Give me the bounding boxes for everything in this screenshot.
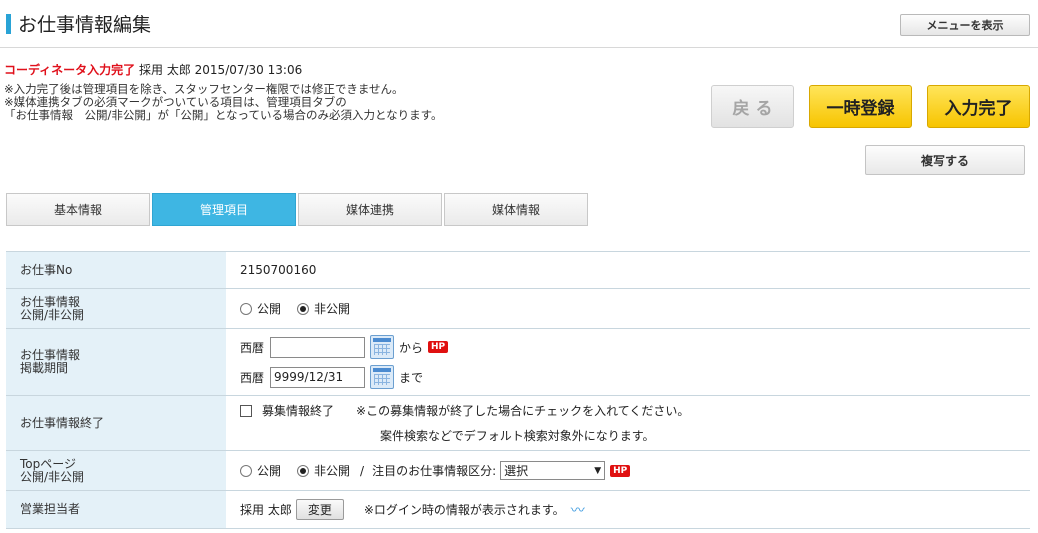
top-public-option[interactable]: 公開 <box>240 462 281 479</box>
table-row: お仕事情報終了 募集情報終了 ※この募集情報が終了した場合にチェックを入れてくだ… <box>6 396 1030 451</box>
radio-label: 公開 <box>257 464 282 478</box>
radio-public[interactable] <box>240 302 252 315</box>
job-no-value: 2150700160 <box>240 263 317 277</box>
top-page-label: Topページ 公開/非公開 <box>6 451 226 490</box>
tab-bar: 基本情報 管理項目 媒体連携 媒体情報 <box>6 193 588 226</box>
until-text: まで <box>399 370 424 385</box>
checkbox-label: 募集情報終了 <box>262 404 335 418</box>
period-end: 西暦 9999/12/31 まで <box>240 365 448 389</box>
top-page-field: 公開 非公開 / 注目のお仕事情報区分: 選択 ▼ HP <box>226 451 1030 490</box>
select-value: 選択 <box>504 464 529 478</box>
era-label: 西暦 <box>240 370 265 385</box>
radio-label: 非公開 <box>314 302 351 316</box>
back-button[interactable]: 戻 る <box>711 85 794 128</box>
period-label: お仕事情報 掲載期間 <box>6 329 226 395</box>
title-accent-bar <box>6 14 11 34</box>
recruit-end-checkbox[interactable] <box>240 404 252 417</box>
visibility-label: お仕事情報 公開/非公開 <box>6 289 226 328</box>
end-date-input[interactable]: 9999/12/31 <box>270 366 365 388</box>
period-field: 西暦 から HP 西暦 9999/12/31 まで <box>226 329 1030 395</box>
end-note: 案件検索などでデフォルト検索対象外になります。 <box>380 429 655 443</box>
sales-name: 採用 太郎 <box>240 503 292 517</box>
separator: / <box>360 463 365 478</box>
label-line: 公開/非公開 <box>20 469 85 484</box>
complete-button[interactable]: 入力完了 <box>927 85 1030 128</box>
calendar-icon[interactable] <box>370 335 394 359</box>
sales-note: ※ログイン時の情報が表示されます。 <box>363 503 565 517</box>
sales-field: 採用 太郎 変更 ※ログイン時の情報が表示されます。 〰 <box>226 491 1030 528</box>
label-line: お仕事情報 <box>20 294 81 309</box>
radio-label: 非公開 <box>314 464 351 478</box>
category-select[interactable]: 選択 ▼ <box>500 461 606 480</box>
status-label: コーディネータ入力完了 <box>4 63 136 77</box>
calendar-icon[interactable] <box>370 365 394 389</box>
radio-public[interactable] <box>240 464 252 477</box>
radio-private[interactable] <box>297 464 310 477</box>
period-start: 西暦 から HP <box>240 335 449 359</box>
tab-media-link[interactable]: 媒体連携 <box>298 193 442 226</box>
page-title: お仕事情報編集 <box>18 14 152 36</box>
hp-badge: HP <box>428 341 449 353</box>
tab-management[interactable]: 管理項目 <box>152 193 296 226</box>
label-line: 公開/非公開 <box>20 307 85 322</box>
hp-badge: HP <box>610 464 631 477</box>
tab-basic-info[interactable]: 基本情報 <box>6 193 150 226</box>
radio-private[interactable] <box>297 302 310 315</box>
end-field: 募集情報終了 ※この募集情報が終了した場合にチェックを入れてください。 案件検索… <box>226 396 1030 450</box>
wave-icon: 〰 <box>570 502 585 519</box>
label-line: Topページ <box>20 456 77 471</box>
radio-label: 公開 <box>257 302 282 316</box>
sales-label: 営業担当者 <box>6 491 226 528</box>
change-button[interactable]: 変更 <box>295 499 344 520</box>
from-text: から <box>399 340 424 355</box>
chevron-down-icon: ▼ <box>594 465 602 476</box>
table-row: 営業担当者 採用 太郎 変更 ※ログイン時の情報が表示されます。 〰 <box>6 491 1030 529</box>
note-line: 「お仕事情報 公開/非公開」が「公開」となっている場合のみ必須入力となります。 <box>4 108 443 122</box>
label-line: 掲載期間 <box>20 361 69 375</box>
start-date-input[interactable] <box>270 336 365 358</box>
visibility-field: 公開 非公開 <box>226 289 1030 328</box>
visibility-public-option[interactable]: 公開 <box>240 300 281 317</box>
job-no-label: お仕事No <box>6 252 226 288</box>
status-line: コーディネータ入力完了 採用 太郎 2015/07/30 13:06 <box>4 61 302 78</box>
top-private-option[interactable]: 非公開 <box>297 462 350 479</box>
table-row: お仕事No 2150700160 <box>6 252 1030 289</box>
status-user: 採用 太郎 <box>139 63 191 77</box>
copy-button[interactable]: 複写する <box>865 145 1025 175</box>
status-timestamp: 2015/07/30 13:06 <box>194 63 303 77</box>
tab-media-info[interactable]: 媒体情報 <box>444 193 588 226</box>
era-label: 西暦 <box>240 340 265 355</box>
visibility-private-option[interactable]: 非公開 <box>297 300 350 317</box>
end-note: ※この募集情報が終了した場合にチェックを入れてください。 <box>356 404 690 418</box>
table-row: Topページ 公開/非公開 公開 非公開 / 注目のお仕事情報区分: 選択 ▼ … <box>6 451 1030 491</box>
table-row: お仕事情報 掲載期間 西暦 から HP 西暦 9999/12/31 まで <box>6 329 1030 396</box>
show-menu-button[interactable]: メニューを表示 <box>900 14 1030 36</box>
page-header: お仕事情報編集 メニューを表示 <box>0 0 1038 48</box>
notes: ※入力完了後は管理項目を除き、スタッフセンター権限では修正できません。 ※媒体連… <box>4 83 442 122</box>
table-row: お仕事情報 公開/非公開 公開 非公開 <box>6 289 1030 329</box>
category-label: 注目のお仕事情報区分: <box>372 464 497 478</box>
end-label: お仕事情報終了 <box>6 396 226 450</box>
temp-save-button[interactable]: 一時登録 <box>809 85 912 128</box>
form-table: お仕事No 2150700160 お仕事情報 公開/非公開 公開 非公開 お仕事… <box>6 251 1030 529</box>
